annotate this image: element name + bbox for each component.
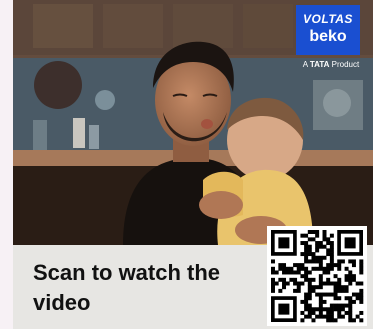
brand-tag-prefix: A — [302, 60, 310, 69]
qr-code-icon[interactable] — [267, 226, 367, 326]
brand-logo-box: VOLTAS beko — [296, 5, 360, 55]
qr-code-graphic — [271, 230, 364, 323]
brand-line2: beko — [309, 28, 347, 45]
promo-card[interactable]: Scan to watch the video VOLTAS beko A TA… — [13, 0, 373, 329]
brand-tag-brand: TATA — [309, 60, 330, 69]
brand-tagline: A TATA Product — [292, 60, 370, 70]
brand-line1: VOLTAS — [303, 12, 353, 26]
voltas-beko-logo: VOLTAS beko A TATA Product — [292, 5, 370, 71]
brand-tag-suffix: Product — [329, 60, 360, 69]
scan-caption: Scan to watch the video — [33, 260, 221, 315]
